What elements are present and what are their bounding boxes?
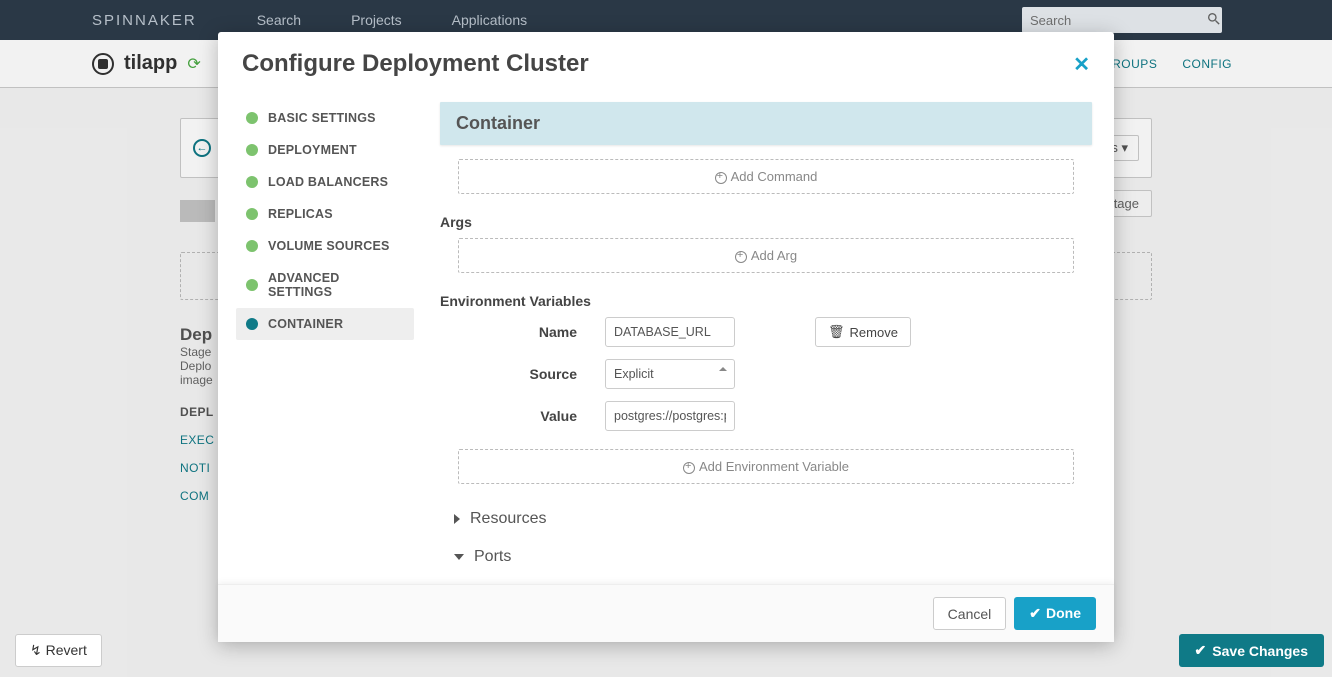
section-header-container: Container	[440, 102, 1092, 145]
modal-title: Configure Deployment Cluster	[242, 50, 589, 78]
ports-label: Ports	[474, 548, 511, 566]
sidebar-item-label: ADVANCED SETTINGS	[268, 271, 404, 299]
env-value-label: Value	[440, 408, 605, 424]
close-icon[interactable]: ✕	[1073, 52, 1090, 77]
modal-main: Container Add Command Args Add Arg Envir…	[418, 96, 1114, 584]
env-value-input[interactable]	[605, 401, 735, 431]
sidebar-item-label: DEPLOYMENT	[268, 143, 357, 157]
env-name-label: Name	[440, 324, 605, 340]
sidebar-item-advanced-settings[interactable]: ADVANCED SETTINGS	[236, 262, 414, 308]
status-dot-icon	[246, 112, 258, 124]
env-name-input[interactable]	[605, 317, 735, 347]
add-env-var-button[interactable]: Add Environment Variable	[458, 449, 1074, 484]
sidebar-item-load-balancers[interactable]: LOAD BALANCERS	[236, 166, 414, 198]
env-source-label: Source	[440, 366, 605, 382]
revert-button[interactable]: ↯ Revert	[15, 634, 102, 667]
bottom-right-actions: ✔ Save Changes	[1179, 634, 1324, 667]
trash-icon: 🗑	[828, 324, 845, 340]
add-command-label: Add Command	[731, 169, 818, 184]
env-row-name: Name 🗑 Remove	[440, 317, 1092, 347]
sidebar-item-basic-settings[interactable]: BASIC SETTINGS	[236, 102, 414, 134]
check-icon: ✔	[1029, 605, 1041, 621]
env-vars-label: Environment Variables	[440, 293, 1092, 309]
remove-env-button[interactable]: 🗑 Remove	[815, 317, 911, 347]
done-label: Done	[1046, 605, 1081, 621]
args-label: Args	[440, 214, 1092, 230]
add-arg-button[interactable]: Add Arg	[458, 238, 1074, 273]
status-dot-icon	[246, 144, 258, 156]
sidebar-item-label: LOAD BALANCERS	[268, 175, 388, 189]
status-dot-icon	[246, 240, 258, 252]
status-dot-icon	[246, 279, 258, 291]
sidebar-item-volume-sources[interactable]: VOLUME SOURCES	[236, 230, 414, 262]
status-dot-icon	[246, 176, 258, 188]
add-command-button[interactable]: Add Command	[458, 159, 1074, 194]
bottom-left-actions: ↯ Revert	[15, 634, 102, 667]
modal-sidebar: BASIC SETTINGS DEPLOYMENT LOAD BALANCERS…	[218, 96, 418, 584]
sidebar-item-label: CONTAINER	[268, 317, 343, 331]
status-dot-icon	[246, 318, 258, 330]
resources-label: Resources	[470, 510, 546, 528]
revert-icon: ↯	[30, 642, 46, 658]
env-source-select[interactable]: Explicit	[605, 359, 735, 389]
configure-deployment-modal: Configure Deployment Cluster ✕ BASIC SET…	[218, 32, 1114, 642]
modal-footer: Cancel ✔ Done	[218, 584, 1114, 642]
sidebar-item-label: VOLUME SOURCES	[268, 239, 390, 253]
plus-icon	[683, 462, 695, 474]
done-button[interactable]: ✔ Done	[1014, 597, 1096, 630]
save-changes-button[interactable]: ✔ Save Changes	[1179, 634, 1324, 667]
plus-icon	[715, 172, 727, 184]
resources-collapsible[interactable]: Resources	[440, 500, 1092, 538]
save-label: Save Changes	[1212, 643, 1308, 659]
remove-label: Remove	[850, 325, 898, 340]
chevron-right-icon	[454, 514, 460, 524]
check-icon: ✔	[1195, 642, 1207, 659]
sidebar-item-label: REPLICAS	[268, 207, 333, 221]
sidebar-item-deployment[interactable]: DEPLOYMENT	[236, 134, 414, 166]
status-dot-icon	[246, 208, 258, 220]
sidebar-item-container[interactable]: CONTAINER	[236, 308, 414, 340]
sidebar-item-label: BASIC SETTINGS	[268, 111, 376, 125]
sidebar-item-replicas[interactable]: REPLICAS	[236, 198, 414, 230]
add-arg-label: Add Arg	[751, 248, 797, 263]
modal-header: Configure Deployment Cluster ✕	[218, 32, 1114, 96]
plus-icon	[735, 251, 747, 263]
revert-label: Revert	[46, 642, 87, 658]
add-env-var-label: Add Environment Variable	[699, 459, 849, 474]
env-row-source: Source Explicit	[440, 359, 1092, 389]
chevron-down-icon	[454, 554, 464, 560]
cancel-button[interactable]: Cancel	[933, 597, 1007, 630]
ports-collapsible[interactable]: Ports	[440, 538, 1092, 576]
env-row-value: Value	[440, 401, 1092, 431]
